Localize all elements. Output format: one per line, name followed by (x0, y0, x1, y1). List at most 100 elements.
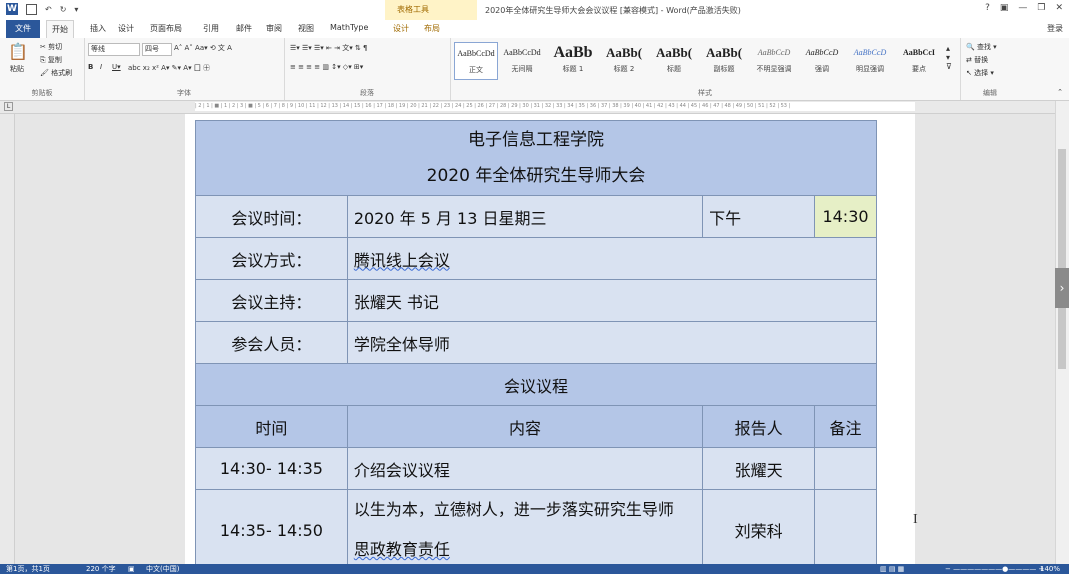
table-row: 参会人员： 学院全体导师 (195, 321, 878, 364)
tab-insert[interactable]: 插入 (90, 23, 106, 34)
table-cell[interactable]: 14:30 (813, 195, 878, 238)
styles-group-label: 样式 (698, 89, 712, 97)
table-cell[interactable]: 学院全体导师 (346, 321, 878, 364)
style-subtitle[interactable]: AaBb(副标题 (700, 42, 748, 78)
find-button[interactable]: 🔍 查找 ▾ (966, 42, 997, 52)
tab-view[interactable]: 视图 (298, 23, 314, 34)
page-count[interactable]: 第1页，共1页 (6, 564, 50, 574)
style-subtle-emphasis[interactable]: AaBbCcD 不明显强调 (750, 42, 798, 78)
tab-mailings[interactable]: 邮件 (236, 23, 252, 34)
zoom-slider[interactable]: − ———————●———— + (945, 564, 1044, 574)
agenda-table[interactable]: 电子信息工程学院 2020 年全体研究生导师大会 会议时间： 2020 年 5 … (195, 120, 878, 571)
ribbon-display-icon[interactable]: ▣ (1000, 3, 1009, 13)
table-row: 电子信息工程学院 2020 年全体研究生导师大会 (195, 120, 877, 196)
tab-references[interactable]: 引用 (203, 23, 219, 34)
copy-button[interactable]: ⎘ 复制 (40, 55, 62, 65)
table-cell[interactable] (813, 489, 878, 571)
table-cell[interactable]: 会议方式： (195, 237, 348, 280)
table-row: 14:35- 14:50 以生为本，立德树人，进一步落实研究生导师 思政教育责任… (195, 489, 878, 571)
table-cell[interactable]: 2020 年 5 月 13 日星期三 (346, 195, 704, 238)
undo-icon[interactable]: ↶ (45, 5, 52, 14)
vertical-scrollbar[interactable] (1055, 101, 1069, 564)
table-cell[interactable]: 下午 (702, 195, 815, 238)
table-cell[interactable]: 会议主持： (195, 279, 348, 322)
paragraph-group: ☰▾ ☰▾ ☰▾ ⇤ ⇥ 文▾ ⇅ ¶ ≡ ≡ ≡ ≡ ▥ ↕▾ ◇▾ ⊞▾ 段… (284, 38, 451, 100)
table-cell[interactable] (813, 447, 878, 490)
tab-design[interactable]: 设计 (118, 23, 134, 34)
style-no-spacing[interactable]: AaBbCcDd 无间隔 (500, 42, 544, 78)
tab-selector-icon[interactable]: L (4, 102, 13, 111)
table-cell[interactable]: 以生为本，立德树人，进一步落实研究生导师 思政教育责任 (346, 489, 704, 571)
paste-icon[interactable]: 📋 (8, 42, 28, 61)
quick-access-toolbar: W ↶ ↻ ▾ (6, 3, 78, 15)
paste-button[interactable]: 粘贴 (10, 64, 24, 74)
meeting-title: 2020 年全体研究生导师大会 (426, 166, 646, 186)
agenda-heading-cell[interactable]: 会议议程 (195, 363, 877, 406)
minimize-button[interactable]: — (1018, 3, 1027, 13)
sign-in-link[interactable]: 登录 (1047, 23, 1063, 34)
collapse-ribbon-icon[interactable]: ⌃ (1057, 88, 1063, 96)
font-grow-icon[interactable]: A˄ A˅ Aa▾ ⟲ 文 A (174, 43, 232, 53)
font-format-icons[interactable]: abc x₂ x² A▾ ✎▾ A▾ 囗 ㊉ (128, 63, 210, 73)
tab-review[interactable]: 审阅 (266, 23, 282, 34)
tab-table-design[interactable]: 设计 (393, 23, 409, 34)
style-heading-2[interactable]: AaBb(标题 2 (600, 42, 648, 78)
tab-table-layout[interactable]: 布局 (424, 23, 440, 34)
tab-mathtype[interactable]: MathType (330, 23, 368, 32)
scrollbar-thumb[interactable] (1058, 149, 1066, 369)
vertical-ruler[interactable] (0, 114, 15, 564)
chevron-right-icon[interactable]: › (1055, 268, 1069, 308)
customize-qat-icon[interactable]: ▾ (74, 5, 78, 14)
proofing-icon[interactable]: ▣ (128, 564, 135, 574)
underline-button[interactable]: U▾ (112, 63, 121, 71)
select-button[interactable]: ↖ 选择 ▾ (966, 68, 994, 78)
help-button[interactable]: ? (985, 3, 990, 13)
table-cell[interactable]: 参会人员： (195, 321, 348, 364)
table-tools-context: 表格工具 (385, 0, 477, 20)
table-cell[interactable]: 张耀天 书记 (346, 279, 878, 322)
font-name-select[interactable]: 等线 (88, 43, 140, 56)
document-page[interactable]: 电子信息工程学院 2020 年全体研究生导师大会 会议时间： 2020 年 5 … (185, 114, 915, 571)
replace-button[interactable]: ⇄ 替换 (966, 55, 988, 65)
clipboard-group: 📋 粘贴 ✂ 剪切 ⎘ 复制 🖌 格式刷 剪贴板 (0, 38, 85, 100)
save-icon[interactable] (26, 3, 37, 15)
close-button[interactable]: ✕ (1055, 3, 1063, 13)
restore-button[interactable]: ❐ (1037, 3, 1045, 13)
list-icons[interactable]: ☰▾ ☰▾ ☰▾ ⇤ ⇥ 文▾ ⇅ ¶ (290, 43, 368, 53)
horizontal-ruler[interactable]: L | 2 | 1 | ■ | 1 | 2 | 3 | ■ | 5 | 6 | … (0, 101, 1069, 114)
alignment-icons[interactable]: ≡ ≡ ≡ ≡ ▥ ↕▾ ◇▾ ⊞▾ (290, 63, 363, 71)
column-header[interactable]: 时间 (195, 405, 348, 448)
format-painter-button[interactable]: 🖌 格式刷 (40, 68, 72, 78)
table-cell[interactable]: 刘荣科 (702, 489, 815, 571)
font-group: 等线 四号 A˄ A˅ Aa▾ ⟲ 文 A B I U▾ abc x₂ x² A… (84, 38, 285, 100)
font-size-select[interactable]: 四号 (142, 43, 172, 56)
style-title[interactable]: AaBb(标题 (650, 42, 698, 78)
column-header[interactable]: 报告人 (702, 405, 815, 448)
tab-home[interactable]: 开始 (46, 20, 74, 38)
column-header[interactable]: 内容 (346, 405, 704, 448)
table-title-cell[interactable]: 电子信息工程学院 2020 年全体研究生导师大会 (195, 120, 877, 196)
bold-button[interactable]: B (88, 63, 93, 71)
style-emphasis[interactable]: AaBbCcD 强调 (800, 42, 844, 78)
table-cell[interactable]: 会议时间： (195, 195, 348, 238)
zoom-level[interactable]: 140% (1040, 564, 1060, 574)
table-cell[interactable]: 14:35- 14:50 (195, 489, 348, 571)
italic-button[interactable]: I (100, 63, 102, 71)
tab-file[interactable]: 文件 (6, 20, 40, 38)
style-heading-1[interactable]: AaBb 标题 1 (548, 42, 598, 78)
table-cell[interactable]: 14:30- 14:35 (195, 447, 348, 490)
view-mode-icons[interactable]: ▥ ▤ ▦ (880, 564, 904, 574)
style-intense-emphasis[interactable]: AaBbCcD 明显强调 (846, 42, 894, 78)
word-count[interactable]: 220 个字 (86, 564, 116, 574)
styles-more-icon[interactable]: ▴ ▾ ⊽ (946, 44, 952, 71)
table-cell[interactable]: 腾讯线上会议 (346, 237, 878, 280)
table-cell[interactable]: 张耀天 (702, 447, 815, 490)
tab-page-layout[interactable]: 页面布局 (150, 23, 182, 34)
style-normal[interactable]: AaBbCcDd 正文 (454, 42, 498, 80)
style-strong[interactable]: AaBbCcI 要点 (896, 42, 942, 78)
table-cell[interactable]: 介绍会议议程 (346, 447, 704, 490)
redo-icon[interactable]: ↻ (60, 5, 67, 14)
language-indicator[interactable]: 中文(中国) (146, 564, 179, 574)
cut-button[interactable]: ✂ 剪切 (40, 42, 62, 52)
column-header[interactable]: 备注 (813, 405, 878, 448)
